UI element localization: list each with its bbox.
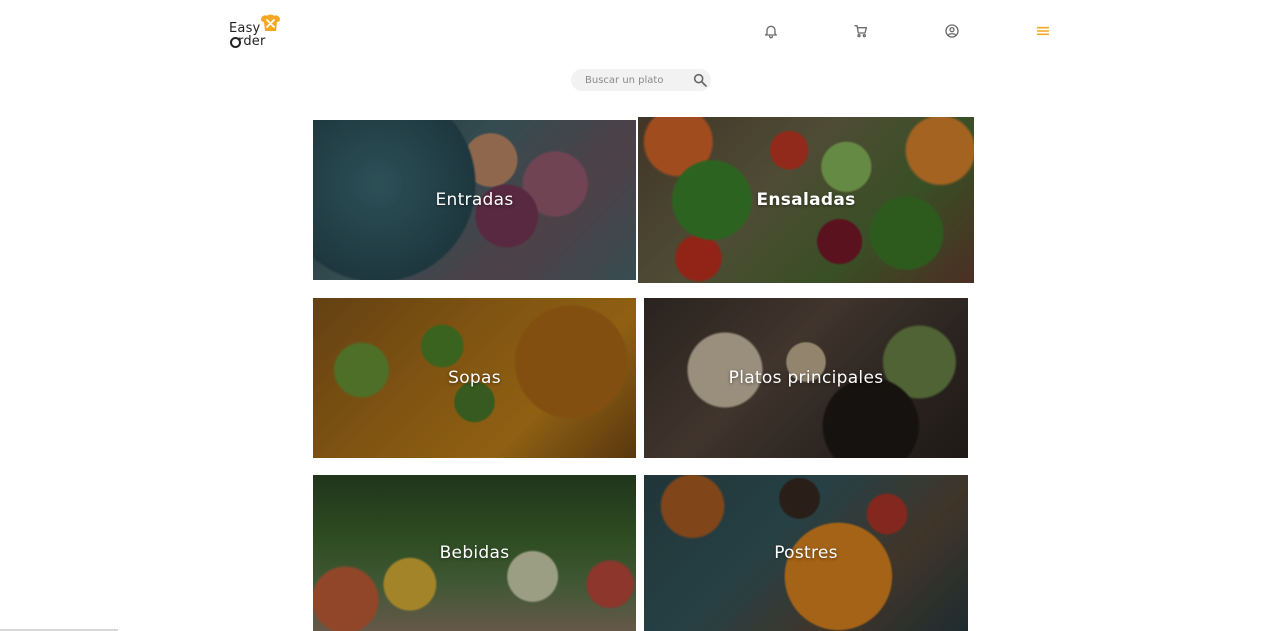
category-card-sopas[interactable]: Sopas [313, 298, 636, 458]
category-card-ensaladas[interactable]: Ensaladas [638, 117, 974, 283]
search-icon[interactable] [692, 72, 708, 88]
category-label: Entradas [435, 190, 514, 210]
app-header: Easy rder [0, 0, 1280, 62]
category-card-entradas[interactable]: Entradas [313, 120, 636, 280]
category-label: Postres [774, 543, 838, 563]
easy-order-logo[interactable]: Easy rder [229, 14, 285, 52]
category-label: Platos principales [728, 368, 884, 388]
category-card-platos-principales[interactable]: Platos principales [644, 298, 968, 458]
category-card-postres[interactable]: Postres [644, 475, 968, 631]
account-circle-icon[interactable] [941, 20, 963, 42]
logo-text-order: rder [238, 34, 266, 49]
dish-search-bar [571, 69, 711, 91]
category-card-bebidas[interactable]: Bebidas [313, 475, 636, 631]
category-label: Ensaladas [756, 190, 856, 210]
hamburger-menu-icon[interactable] [1032, 20, 1054, 42]
dish-search-input[interactable] [585, 72, 685, 88]
shopping-cart-icon[interactable] [850, 20, 872, 42]
bell-icon[interactable] [760, 20, 782, 42]
category-label: Bebidas [439, 543, 510, 563]
logo-chef-hat-icon [260, 14, 281, 31]
category-label: Sopas [448, 368, 501, 388]
